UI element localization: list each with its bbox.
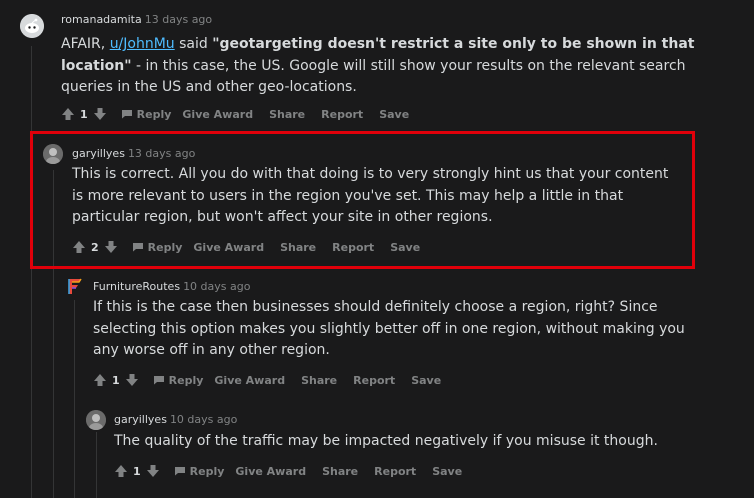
reply-label: Reply [168, 373, 204, 387]
comment-text: said [174, 36, 213, 52]
user-photo-icon [43, 144, 63, 164]
comment-body: If this is the case then businesses shou… [93, 299, 685, 358]
share-button[interactable]: Share [280, 241, 316, 254]
timestamp[interactable]: 13 days ago [145, 13, 212, 26]
comment-actions: 1 Reply Give Award Share Report Save [61, 107, 409, 121]
downvote-icon[interactable] [146, 464, 160, 478]
comment-meta: garyillyes 10 days ago [114, 413, 237, 426]
reply-button[interactable]: Reply [153, 373, 204, 387]
timestamp[interactable]: 10 days ago [183, 280, 250, 293]
snoo-avatar-icon [20, 14, 44, 38]
report-button[interactable]: Report [374, 465, 416, 478]
share-button[interactable]: Share [301, 374, 337, 387]
save-button[interactable]: Save [411, 374, 441, 387]
reply-button[interactable]: Reply [132, 240, 183, 254]
comment-meta: FurnitureRoutes 10 days ago [93, 280, 250, 293]
thread-line[interactable] [74, 300, 75, 498]
avatar[interactable] [86, 410, 106, 430]
thread-line[interactable] [31, 46, 32, 498]
username[interactable]: garyillyes [72, 147, 125, 160]
comment-meta: garyillyes 13 days ago [72, 147, 195, 160]
share-button[interactable]: Share [269, 108, 305, 121]
save-button[interactable]: Save [390, 241, 420, 254]
downvote-icon[interactable] [125, 373, 139, 387]
vote-score: 1 [133, 464, 141, 478]
give-award-button[interactable]: Give Award [214, 374, 285, 387]
comment-text: - in this case, the US. Google will stil… [61, 57, 686, 96]
save-button[interactable]: Save [432, 465, 462, 478]
downvote-icon[interactable] [104, 240, 118, 254]
comment-text: AFAIR, [61, 36, 110, 52]
comment-actions: 1 Reply Give Award Share Report Save [93, 373, 441, 387]
comment-body: This is correct. All you do with that do… [72, 166, 669, 225]
furniture-routes-logo-icon [68, 278, 82, 294]
comment-bubble-icon [132, 243, 143, 252]
avatar[interactable] [65, 277, 84, 296]
upvote-icon[interactable] [72, 240, 86, 254]
upvote-icon[interactable] [61, 107, 75, 121]
save-button[interactable]: Save [379, 108, 409, 121]
comment-bubble-icon [153, 376, 164, 385]
share-button[interactable]: Share [322, 465, 358, 478]
vote-score: 1 [112, 373, 120, 387]
comment-body: AFAIR, u/JohnMu said "geotargeting doesn… [61, 34, 711, 99]
timestamp[interactable]: 13 days ago [128, 147, 195, 160]
comment-meta: romanadamita 13 days ago [61, 13, 212, 26]
comment-actions: 2 Reply Give Award Share Report Save [72, 240, 420, 254]
report-button[interactable]: Report [353, 374, 395, 387]
reply-label: Reply [147, 240, 183, 254]
comment-actions: 1 Reply Give Award Share Report Save [114, 464, 462, 478]
upvote-icon[interactable] [93, 373, 107, 387]
avatar[interactable] [43, 144, 63, 164]
username[interactable]: garyillyes [114, 413, 167, 426]
user-photo-icon [86, 410, 106, 430]
downvote-icon[interactable] [93, 107, 107, 121]
username[interactable]: FurnitureRoutes [93, 280, 180, 293]
reply-button[interactable]: Reply [174, 464, 225, 478]
vote-score: 1 [80, 107, 88, 121]
give-award-button[interactable]: Give Award [182, 108, 253, 121]
thread-line[interactable] [96, 432, 97, 498]
username[interactable]: romanadamita [61, 13, 142, 26]
vote-score: 2 [91, 240, 99, 254]
comment-bubble-icon [121, 110, 132, 119]
avatar[interactable] [20, 14, 44, 38]
upvote-icon[interactable] [114, 464, 128, 478]
user-link[interactable]: u/JohnMu [110, 36, 175, 52]
reply-label: Reply [189, 464, 225, 478]
comment-body: The quality of the traffic may be impact… [114, 433, 658, 449]
reply-label: Reply [136, 107, 172, 121]
give-award-button[interactable]: Give Award [235, 465, 306, 478]
timestamp[interactable]: 10 days ago [170, 413, 237, 426]
report-button[interactable]: Report [332, 241, 374, 254]
report-button[interactable]: Report [321, 108, 363, 121]
give-award-button[interactable]: Give Award [193, 241, 264, 254]
comment-bubble-icon [174, 467, 185, 476]
reply-button[interactable]: Reply [121, 107, 172, 121]
